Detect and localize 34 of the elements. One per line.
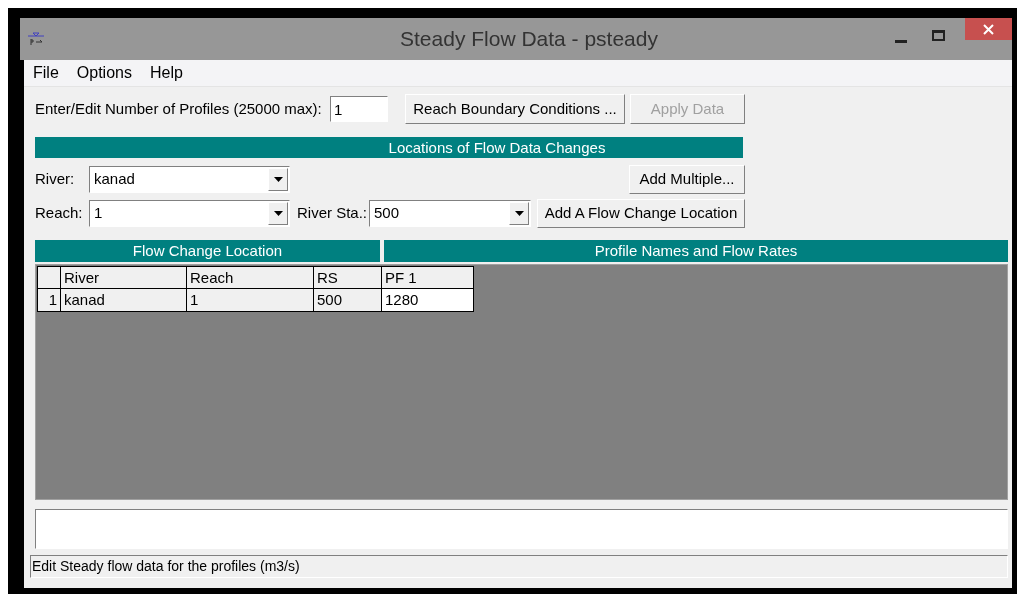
menu-item[interactable]: Options (76, 61, 132, 85)
message-box[interactable] (35, 509, 1008, 549)
table-cell[interactable]: 1 (187, 289, 314, 312)
section-header: Flow Change Location (35, 240, 380, 262)
river-label: River: (35, 168, 76, 189)
status-bar: Edit Steady flow data for the profiles (m3/s) (30, 555, 1008, 578)
river-station-label: River Sta.: (297, 203, 369, 224)
window-title: Steady Flow Data - psteady (400, 26, 658, 53)
profiles-input[interactable]: 1 (330, 96, 388, 122)
row-number: 1 (37, 289, 61, 312)
add-multiple-button[interactable]: Add Multiple... (629, 164, 745, 194)
column-header: River (61, 266, 187, 289)
menu-item[interactable]: File (33, 61, 59, 85)
menu-item[interactable]: Help (149, 61, 183, 85)
column-header: RS (314, 266, 382, 289)
row-header (37, 266, 61, 289)
table-cell[interactable]: 500 (314, 289, 382, 312)
river-dropdown[interactable]: kanad (89, 165, 290, 193)
close-icon (983, 23, 994, 35)
section-header: Locations of Flow Data Changes (35, 137, 743, 158)
table-cell[interactable]: 1280 (382, 289, 474, 312)
maximize-icon[interactable] (932, 30, 945, 41)
add-location-button[interactable]: Add A Flow Change Location (537, 199, 745, 228)
app-icon (28, 32, 44, 46)
reach-label: Reach: (35, 203, 84, 224)
column-header: PF 1 (382, 266, 474, 289)
table-cell[interactable]: kanad (61, 289, 187, 312)
column-header: Reach (187, 266, 314, 289)
reach-dropdown[interactable]: 1 (89, 200, 290, 227)
profiles-label: Enter/Edit Number of Profiles (25000 max): (35, 98, 323, 119)
close-button[interactable] (965, 18, 1012, 40)
river-station-dropdown[interactable]: 500 (369, 200, 531, 227)
section-header: Profile Names and Flow Rates (384, 240, 1008, 262)
toolbar-button[interactable]: Reach Boundary Conditions ... (405, 94, 625, 124)
